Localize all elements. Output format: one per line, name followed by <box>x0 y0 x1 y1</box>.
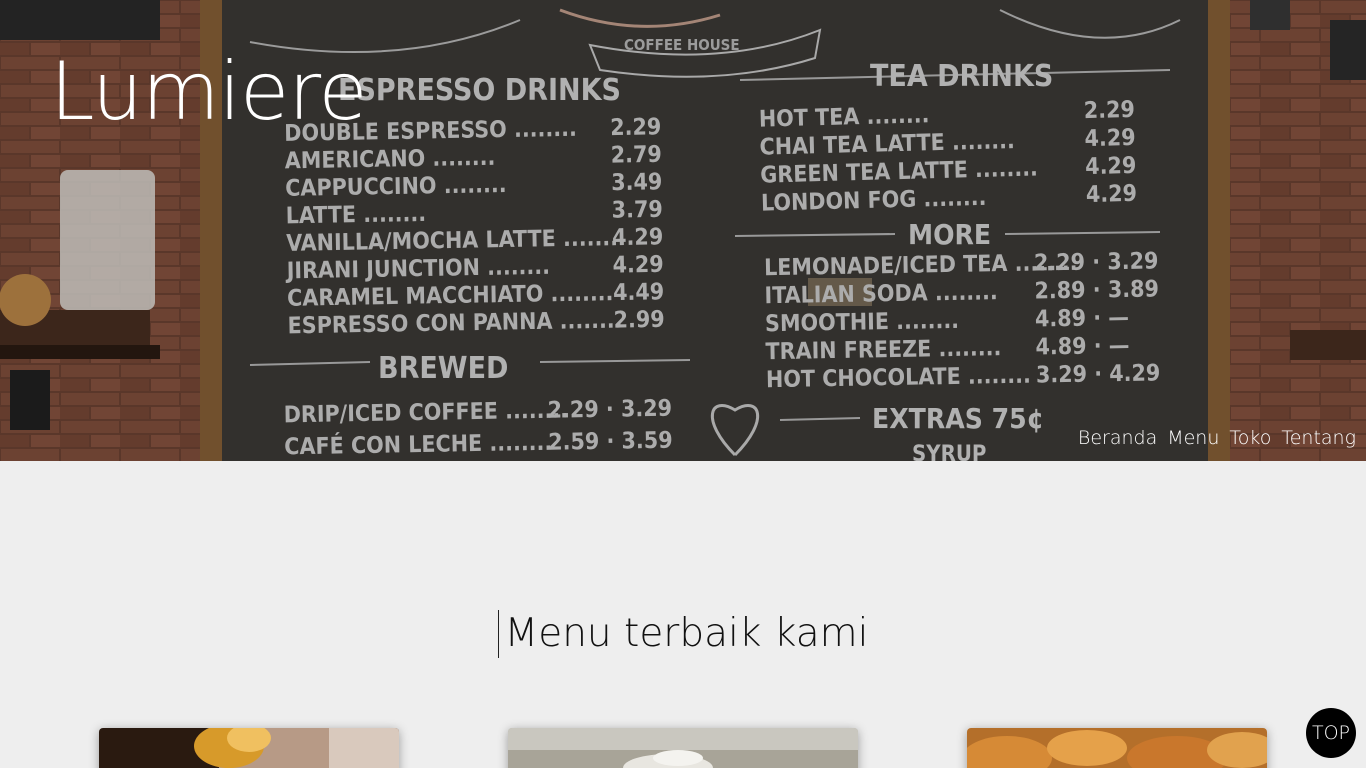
menu-card-2[interactable] <box>508 728 858 768</box>
nav-item-tentang[interactable]: Tentang <box>1281 427 1356 449</box>
hero-banner: COFFEE HOUSE ESPRESSO DRINKS TEA DRINKS … <box>0 0 1366 461</box>
section-title: Menu terbaik kami <box>497 610 868 658</box>
menu-card-1-image <box>99 728 399 768</box>
nav-item-toko[interactable]: Toko <box>1229 427 1271 449</box>
nav-item-beranda[interactable]: Beranda <box>1078 427 1157 449</box>
menu-card-3[interactable] <box>967 728 1267 768</box>
back-to-top-button[interactable]: TOP <box>1306 708 1356 758</box>
menu-card-1[interactable] <box>99 728 399 768</box>
site-logo[interactable]: Lumiere <box>50 52 368 132</box>
menu-card-3-image <box>967 728 1267 768</box>
menu-card-2-image <box>508 728 858 768</box>
nav-item-menu[interactable]: Menu <box>1167 427 1219 449</box>
main-navigation: Beranda Menu Toko Tentang <box>1078 427 1356 449</box>
